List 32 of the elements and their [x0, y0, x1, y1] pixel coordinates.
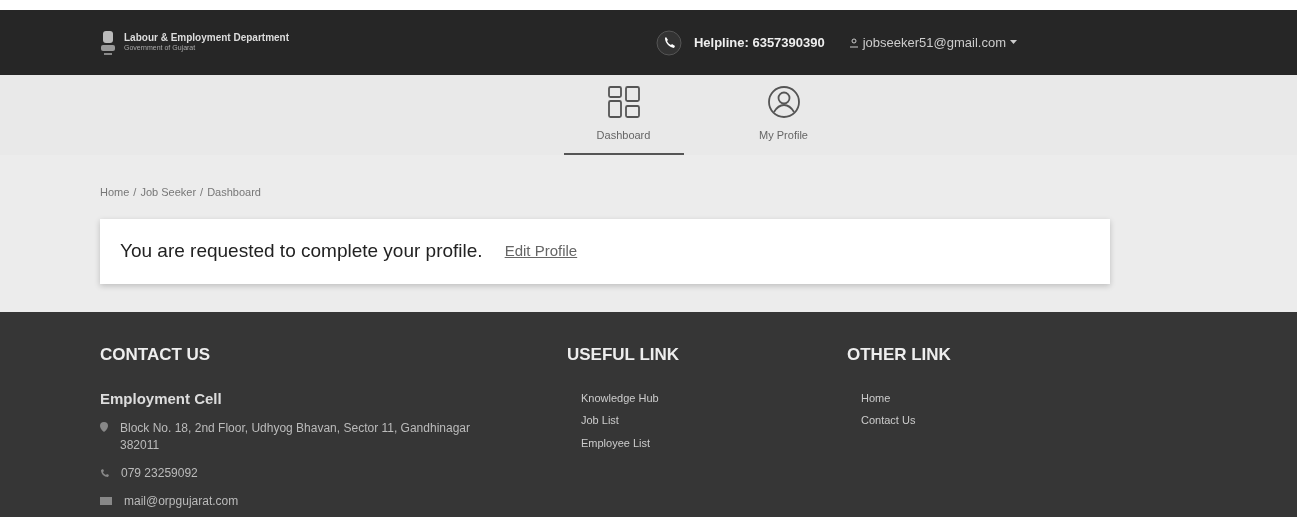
footer-heading: OTHER LINK	[847, 344, 951, 366]
grid-icon	[606, 84, 641, 119]
email-text: mail@orpgujarat.com	[124, 493, 239, 510]
notice-message: You are requested to complete your profile.	[120, 238, 483, 263]
breadcrumb-link[interactable]: Home	[100, 184, 130, 201]
footer-link[interactable]: Home	[861, 389, 951, 406]
address-text: Block No. 18, 2nd Floor, Udhyog Bhavan, Sector 11, Gandhinagar 382011	[120, 420, 470, 454]
user-menu[interactable]: jobseeker51@gmail.com	[848, 32, 1017, 53]
emblem-icon	[100, 28, 116, 57]
user-icon	[848, 37, 859, 48]
phone-icon	[100, 468, 109, 478]
breadcrumb-link[interactable]: Dashboard	[207, 184, 261, 201]
mail-icon	[100, 497, 112, 505]
breadcrumb-separator: /	[200, 185, 204, 200]
footer-heading: CONTACT US	[100, 344, 212, 366]
phone-text: 079 23259092	[121, 465, 198, 482]
contact-name: Employment Cell	[100, 388, 223, 409]
phone-icon	[655, 29, 682, 56]
edit-profile-link[interactable]: Edit Profile	[504, 239, 578, 263]
caret-icon	[1010, 40, 1017, 45]
footer-link[interactable]: Contact Us	[861, 412, 951, 429]
breadcrumb-separator: /	[133, 185, 137, 200]
location-icon	[100, 422, 108, 432]
footer-link[interactable]: Knowledge Hub	[581, 389, 847, 406]
department-name: Labour & Employment Department	[124, 31, 290, 45]
nav-tab[interactable]: My Profile	[723, 75, 844, 155]
breadcrumb-link[interactable]: Job Seeker	[140, 184, 197, 201]
footer-link[interactable]: Job List	[581, 412, 847, 429]
footer-link[interactable]: Employee List	[581, 434, 847, 451]
user-icon	[766, 84, 801, 119]
helpline-text: Helpline: 6357390390	[693, 33, 825, 52]
footer-heading: USEFUL LINK	[567, 344, 681, 366]
